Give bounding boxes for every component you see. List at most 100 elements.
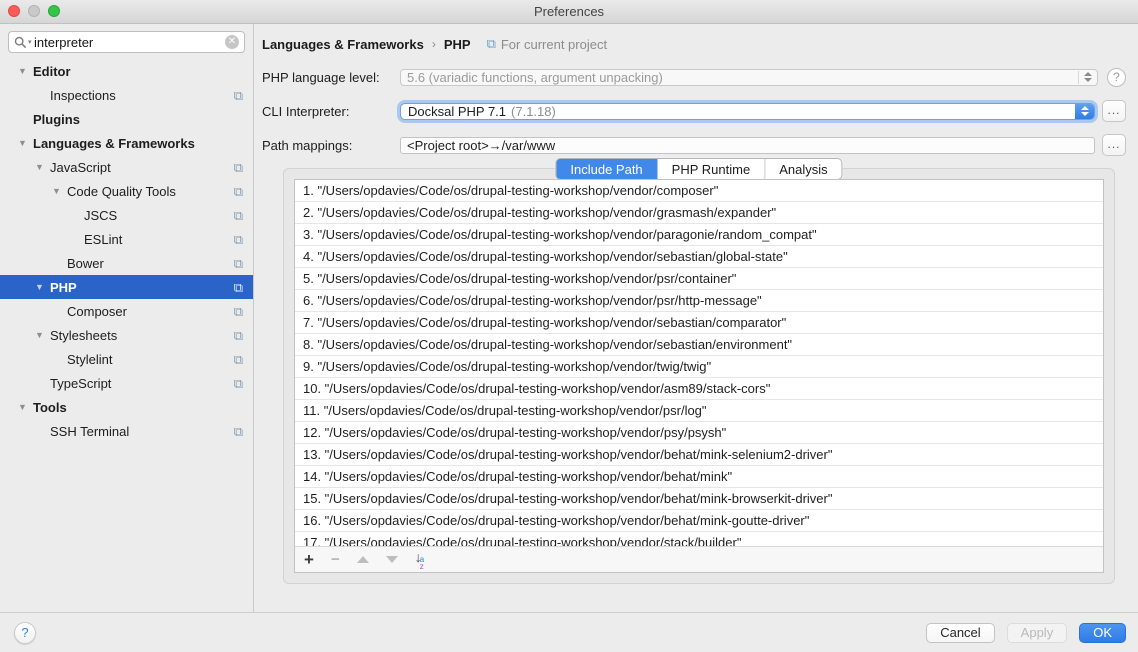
titlebar: Preferences <box>0 0 1138 24</box>
sidebar-item-code-quality-tools[interactable]: ▼ Code Quality Tools ⧉ <box>0 179 253 203</box>
search-input[interactable] <box>34 35 225 50</box>
include-path-row[interactable]: 16. "/Users/opdavies/Code/os/drupal-test… <box>295 510 1103 532</box>
help-button[interactable]: ? <box>14 622 36 644</box>
close-window-button[interactable] <box>8 5 20 17</box>
preferences-window: Preferences ▾ ✕ ▼ Editor ⧉ ▼ Inspections <box>0 0 1138 652</box>
move-up-icon <box>357 556 369 563</box>
language-level-help-icon[interactable]: ? <box>1107 68 1126 87</box>
php-tab-panel: Include PathPHP RuntimeAnalysis 1. "/Use… <box>283 168 1115 584</box>
include-path-row[interactable]: 7. "/Users/opdavies/Code/os/drupal-testi… <box>295 312 1103 334</box>
window-title: Preferences <box>534 4 604 19</box>
sidebar-item-jscs[interactable]: ▼ JSCS ⧉ <box>0 203 253 227</box>
sidebar-item-eslint[interactable]: ▼ ESLint ⧉ <box>0 227 253 251</box>
chevron-down-icon[interactable]: ▼ <box>14 138 33 148</box>
include-path-list-panel: 1. "/Users/opdavies/Code/os/drupal-testi… <box>294 179 1104 573</box>
sidebar-item-php[interactable]: ▼ PHP ⧉ <box>0 275 253 299</box>
chevron-down-icon[interactable]: ▼ <box>14 66 33 76</box>
for-current-project-icon: ⧉ <box>234 209 243 222</box>
include-path-row[interactable]: 2. "/Users/opdavies/Code/os/drupal-testi… <box>295 202 1103 224</box>
path-mappings-browse-button[interactable]: ... <box>1102 134 1126 156</box>
include-path-row[interactable]: 3. "/Users/opdavies/Code/os/drupal-testi… <box>295 224 1103 246</box>
for-current-project-icon: ⧉ <box>234 281 243 294</box>
tree-item-label: SSH Terminal <box>50 424 234 439</box>
include-path-row[interactable]: 1. "/Users/opdavies/Code/os/drupal-testi… <box>295 180 1103 202</box>
for-current-project-icon: ⧉ <box>234 89 243 102</box>
include-path-row[interactable]: 4. "/Users/opdavies/Code/os/drupal-testi… <box>295 246 1103 268</box>
cancel-button[interactable]: Cancel <box>926 623 994 643</box>
for-current-project-icon: ⧉ <box>234 329 243 342</box>
for-current-project-icon: ⧉ <box>234 185 243 198</box>
settings-content: Languages & Frameworks › PHP ⧉ For curre… <box>254 24 1138 612</box>
include-path-row[interactable]: 11. "/Users/opdavies/Code/os/drupal-test… <box>295 400 1103 422</box>
sidebar-item-javascript[interactable]: ▼ JavaScript ⧉ <box>0 155 253 179</box>
tree-item-label: Plugins <box>33 112 234 127</box>
chevron-down-icon[interactable]: ▼ <box>31 330 50 340</box>
for-current-project-icon: ⧉ <box>234 257 243 270</box>
sidebar-item-languages-frameworks[interactable]: ▼ Languages & Frameworks ⧉ <box>0 131 253 155</box>
include-path-row[interactable]: 14. "/Users/opdavies/Code/os/drupal-test… <box>295 466 1103 488</box>
include-path-row[interactable]: 12. "/Users/opdavies/Code/os/drupal-test… <box>295 422 1103 444</box>
include-path-row[interactable]: 8. "/Users/opdavies/Code/os/drupal-testi… <box>295 334 1103 356</box>
chevron-down-icon[interactable]: ▼ <box>48 186 67 196</box>
include-path-row[interactable]: 6. "/Users/opdavies/Code/os/drupal-testi… <box>295 290 1103 312</box>
clear-search-icon[interactable]: ✕ <box>225 35 239 49</box>
sidebar-item-stylelint[interactable]: ▼ Stylelint ⧉ <box>0 347 253 371</box>
chevron-down-icon[interactable]: ▼ <box>31 282 50 292</box>
include-path-row[interactable]: 17. "/Users/opdavies/Code/os/drupal-test… <box>295 532 1103 546</box>
tree-item-label: Stylelint <box>67 352 234 367</box>
chevron-updown-icon[interactable] <box>1075 104 1094 119</box>
path-mappings-field[interactable]: <Project root>→/var/www <box>400 137 1095 154</box>
settings-sidebar: ▾ ✕ ▼ Editor ⧉ ▼ Inspections ⧉ ▼ Plugins… <box>0 24 254 612</box>
php-settings-form: PHP language level: 5.6 (variadic functi… <box>262 66 1126 156</box>
sidebar-item-stylesheets[interactable]: ▼ Stylesheets ⧉ <box>0 323 253 347</box>
tree-item-label: Editor <box>33 64 234 79</box>
cli-interpreter-version: (7.1.18) <box>511 104 556 119</box>
include-path-row[interactable]: 10. "/Users/opdavies/Code/os/drupal-test… <box>295 378 1103 400</box>
list-toolbar: +−↓az <box>295 546 1103 572</box>
apply-button[interactable]: Apply <box>1007 623 1068 643</box>
sidebar-item-ssh-terminal[interactable]: ▼ SSH Terminal ⧉ <box>0 419 253 443</box>
breadcrumb-parent[interactable]: Languages & Frameworks <box>262 37 424 52</box>
include-path-row[interactable]: 5. "/Users/opdavies/Code/os/drupal-testi… <box>295 268 1103 290</box>
scope-indicator: ⧉ For current project <box>487 36 608 52</box>
search-icon[interactable]: ▾ <box>14 36 34 49</box>
tree-item-label: Stylesheets <box>50 328 234 343</box>
include-path-row[interactable]: 9. "/Users/opdavies/Code/os/drupal-testi… <box>295 356 1103 378</box>
sidebar-item-composer[interactable]: ▼ Composer ⧉ <box>0 299 253 323</box>
chevron-down-icon[interactable]: ▼ <box>31 162 50 172</box>
tab-analysis[interactable]: Analysis <box>765 159 841 179</box>
sidebar-item-bower[interactable]: ▼ Bower ⧉ <box>0 251 253 275</box>
search-field[interactable]: ▾ ✕ <box>8 31 245 53</box>
ok-button[interactable]: OK <box>1079 623 1126 643</box>
for-current-project-icon: ⧉ <box>234 353 243 366</box>
cli-interpreter-browse-button[interactable]: ... <box>1102 100 1126 122</box>
sidebar-item-editor[interactable]: ▼ Editor ⧉ <box>0 59 253 83</box>
breadcrumb-separator: › <box>432 37 436 51</box>
cli-interpreter-select[interactable]: Docksal PHP 7.1 (7.1.18) <box>400 103 1095 120</box>
tab-php-runtime[interactable]: PHP Runtime <box>658 159 766 179</box>
add-icon[interactable]: + <box>304 550 314 570</box>
sidebar-item-typescript[interactable]: ▼ TypeScript ⧉ <box>0 371 253 395</box>
sort-alpha-icon[interactable]: ↓az <box>415 549 424 570</box>
tree-item-label: TypeScript <box>50 376 234 391</box>
for-current-project-icon: ⧉ <box>234 377 243 390</box>
include-path-list[interactable]: 1. "/Users/opdavies/Code/os/drupal-testi… <box>295 180 1103 546</box>
settings-tree: ▼ Editor ⧉ ▼ Inspections ⧉ ▼ Plugins ⧉ ▼… <box>0 59 253 443</box>
chevron-down-icon[interactable]: ▼ <box>14 402 33 412</box>
cli-interpreter-label: CLI Interpreter: <box>262 104 400 119</box>
include-path-row[interactable]: 13. "/Users/opdavies/Code/os/drupal-test… <box>295 444 1103 466</box>
tree-item-label: Languages & Frameworks <box>33 136 234 151</box>
breadcrumb: Languages & Frameworks › PHP ⧉ For curre… <box>262 34 1126 54</box>
minimize-window-button[interactable] <box>28 5 40 17</box>
sidebar-item-tools[interactable]: ▼ Tools ⧉ <box>0 395 253 419</box>
for-current-project-icon: ⧉ <box>234 233 243 246</box>
language-level-select[interactable]: 5.6 (variadic functions, argument unpack… <box>400 69 1098 86</box>
zoom-window-button[interactable] <box>48 5 60 17</box>
tree-item-label: Inspections <box>50 88 234 103</box>
tree-item-label: Code Quality Tools <box>67 184 234 199</box>
include-path-row[interactable]: 15. "/Users/opdavies/Code/os/drupal-test… <box>295 488 1103 510</box>
sidebar-item-plugins[interactable]: ▼ Plugins ⧉ <box>0 107 253 131</box>
tab-include-path[interactable]: Include Path <box>556 159 657 179</box>
sidebar-item-inspections[interactable]: ▼ Inspections ⧉ <box>0 83 253 107</box>
for-current-project-icon: ⧉ <box>487 36 496 52</box>
